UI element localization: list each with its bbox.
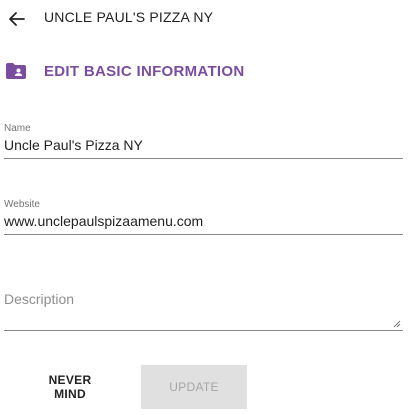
name-input[interactable]	[4, 137, 403, 159]
name-label: Name	[4, 123, 31, 134]
name-field: Name	[4, 122, 403, 159]
website-label: Website	[4, 199, 40, 210]
top-bar: UNCLE PAUL'S PIZZA NY	[0, 0, 411, 38]
resize-grip-icon[interactable]	[393, 320, 401, 328]
section-title: EDIT BASIC INFORMATION	[44, 63, 245, 80]
back-button[interactable]	[6, 8, 28, 30]
contact-folder-icon	[6, 63, 26, 79]
description-textarea[interactable]	[4, 291, 403, 331]
description-field	[4, 291, 403, 331]
update-button[interactable]: UPDATE	[141, 365, 247, 409]
never-mind-button[interactable]: NEVER MIND	[25, 367, 115, 407]
arrow-left-icon	[9, 12, 25, 26]
page-title: UNCLE PAUL'S PIZZA NY	[44, 9, 214, 25]
website-field: Website	[4, 198, 403, 235]
website-input[interactable]	[4, 213, 403, 235]
